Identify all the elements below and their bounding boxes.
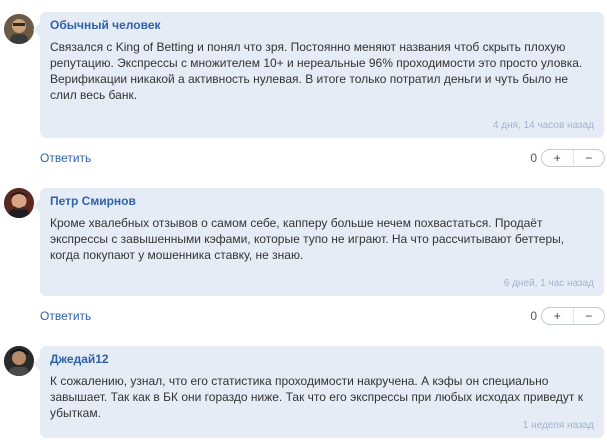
avatar[interactable] <box>4 14 34 44</box>
comment-text: Кроме хвалебных отзывов о самом себе, ка… <box>50 216 565 262</box>
comment-author[interactable]: Обычный человек <box>50 18 161 32</box>
avatar-photo-icon <box>4 346 34 376</box>
comment-bubble: Обычный человек Связался с King of Betti… <box>33 12 604 138</box>
comment-time: 6 дней, 1 час назад <box>503 278 594 289</box>
comment-text: К сожалению, узнал, что его статистика п… <box>50 374 584 420</box>
comment-time: 4 дня, 14 часов назад <box>492 120 594 131</box>
comment-actions: Ответить 0 + − <box>40 149 607 169</box>
vote-score: 0 <box>530 151 537 165</box>
comment-bubble: Джедай12 К сожалению, узнал, что его ста… <box>33 346 604 438</box>
comment-author[interactable]: Джедай12 <box>50 352 109 366</box>
downvote-button[interactable]: − <box>574 150 605 166</box>
comment-bubble: Петр Смирнов Кроме хвалебных отзывов о с… <box>33 188 604 296</box>
avatar[interactable] <box>4 188 34 218</box>
comment-text: Связался с King of Betting и понял что з… <box>50 40 583 102</box>
upvote-button[interactable]: + <box>542 150 574 166</box>
vote-score: 0 <box>530 309 537 323</box>
comment-actions: Ответить 0 + − <box>40 307 607 327</box>
reply-link[interactable]: Ответить <box>40 151 91 165</box>
vote-control: + − <box>541 149 605 167</box>
avatar[interactable] <box>4 346 34 376</box>
upvote-button[interactable]: + <box>542 308 574 324</box>
downvote-button[interactable]: − <box>574 308 605 324</box>
avatar-photo-icon <box>4 14 34 44</box>
comment-author[interactable]: Петр Смирнов <box>50 194 136 208</box>
vote-control: + − <box>541 307 605 325</box>
avatar-photo-icon <box>4 188 34 218</box>
comment-time: 1 неделя назад <box>522 420 594 431</box>
reply-link[interactable]: Ответить <box>40 309 91 323</box>
